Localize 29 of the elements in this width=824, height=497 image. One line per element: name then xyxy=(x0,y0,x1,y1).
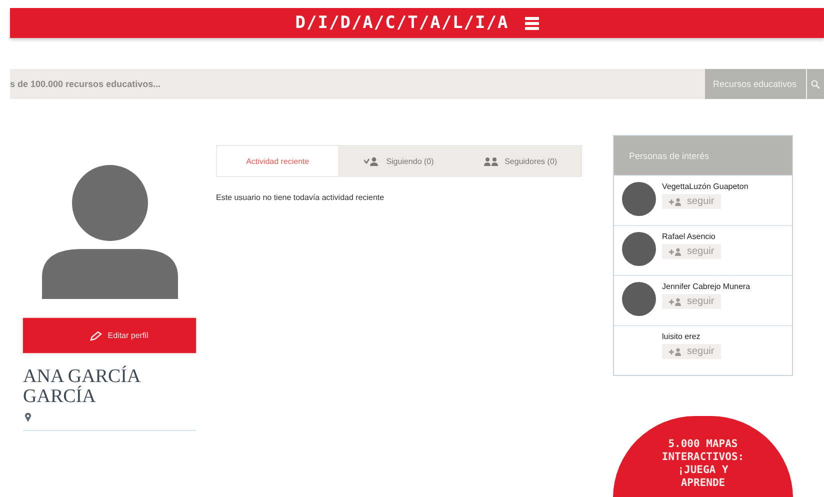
pencil-icon xyxy=(90,330,102,340)
empty-activity-message: Este usuario no tiene todavía actividad reciente xyxy=(216,193,386,202)
person-name[interactable]: luisito erez xyxy=(662,332,722,341)
avatar-silhouette-icon xyxy=(42,165,178,299)
follow-button[interactable]: seguir xyxy=(662,244,722,259)
profile-tab[interactable]: Seguidores (0) xyxy=(460,146,581,176)
person-name[interactable]: Jennifer Cabrejo Munera xyxy=(662,282,750,291)
promo-text: 5.000 MAPAS INTERACTIVOS: ¡JUEGA Y APRENDE xyxy=(660,438,746,490)
users-icon xyxy=(484,156,498,166)
menu-icon[interactable] xyxy=(524,16,539,30)
profile-tab[interactable]: Siguiendo (0) xyxy=(338,146,460,176)
search-icon xyxy=(811,80,820,88)
profile-tab[interactable]: Actividad reciente xyxy=(217,146,338,176)
site-logo[interactable]: D/I/D/A/C/T/A/L/I/A xyxy=(295,13,509,33)
search-field[interactable]: s de 100.000 recursos educativos... xyxy=(10,69,705,99)
follow-button[interactable]: seguir xyxy=(662,344,722,359)
location-pin-icon xyxy=(25,413,31,422)
person-name[interactable]: Rafael Asencio xyxy=(662,232,722,241)
add-user-icon xyxy=(669,198,681,206)
edit-profile-button[interactable]: Editar perfil xyxy=(23,318,196,353)
panel-title: Personas de interés xyxy=(614,136,792,175)
follow-button[interactable]: seguir xyxy=(662,194,722,209)
user-check-icon xyxy=(364,156,380,166)
add-user-icon xyxy=(669,298,681,306)
add-user-icon xyxy=(669,248,681,256)
user-name: ANA GARCÍA GARCÍA xyxy=(23,367,142,407)
follow-button[interactable]: seguir xyxy=(662,294,722,309)
add-user-icon xyxy=(669,348,681,356)
person-name[interactable]: VegettaLuzón Guapeton xyxy=(662,182,748,191)
